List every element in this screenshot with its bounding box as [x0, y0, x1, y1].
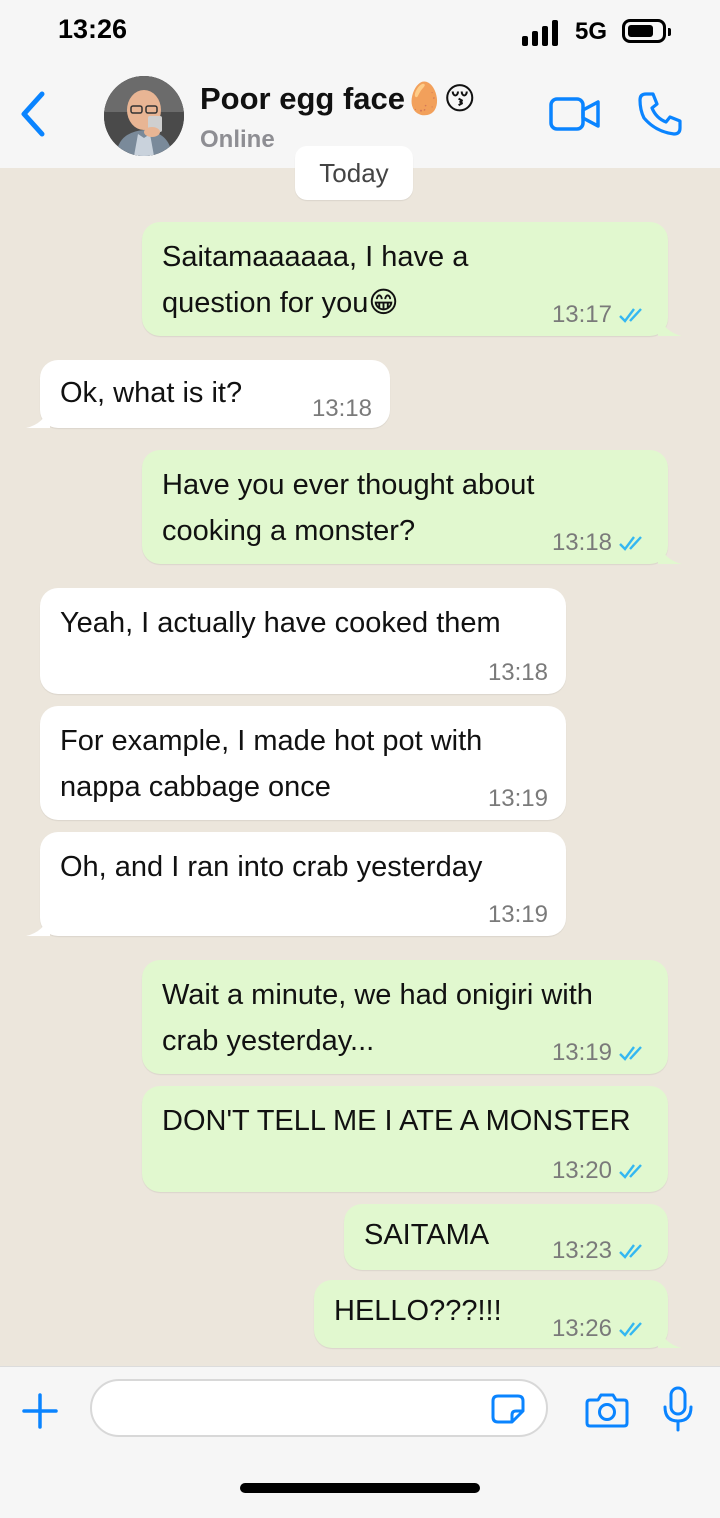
sticker-icon [491, 1394, 525, 1424]
message-text: Have you ever thought about cooking a mo… [162, 469, 535, 547]
attach-button[interactable] [20, 1391, 60, 1431]
message-meta: 13:23 [552, 1236, 650, 1266]
message-meta: 13:17 [552, 300, 650, 330]
message-meta: 13:26 [552, 1314, 650, 1344]
message-meta: 13:20 [552, 1156, 650, 1186]
chat-area[interactable]: Today Saitamaaaaaa, I have a question fo… [0, 146, 720, 1368]
message-bubble-incoming[interactable]: Ok, what is it? 13:18 [26, 360, 390, 428]
message-text: Oh, and I ran into crab yesterday [60, 851, 483, 883]
status-time: 13:26 [58, 14, 128, 44]
message-meta: 13:19 [552, 1038, 650, 1068]
message-meta: 13:18 [312, 394, 372, 424]
signal-strength-icon [522, 18, 558, 46]
home-indicator [240, 1483, 480, 1493]
message-text: Saitamaaaaaa, I have a question for you😁 [162, 241, 469, 319]
message-time: 13:26 [551, 1315, 612, 1342]
message-time: 13:23 [551, 1237, 612, 1264]
message-meta: 13:19 [488, 784, 548, 814]
message-bubble-outgoing[interactable]: SAITAMA 13:23 [344, 1204, 668, 1270]
message-bubble-incoming[interactable]: For example, I made hot pot with nappa c… [40, 706, 566, 820]
video-camera-icon [549, 97, 600, 131]
message-time: 13:18 [311, 395, 372, 422]
message-time: 13:20 [551, 1157, 612, 1184]
message-bubble-incoming[interactable]: Yeah, I actually have cooked them 13:18 [40, 588, 566, 694]
chevron-left-icon [21, 91, 45, 137]
message-bubble-outgoing[interactable]: HELLO???!!! 13:26 [314, 1280, 682, 1348]
battery-icon [622, 19, 671, 43]
message-time: 13:17 [551, 301, 612, 328]
plus-icon [22, 1393, 58, 1429]
message-time: 13:19 [487, 901, 548, 928]
sticker-button[interactable] [490, 1393, 526, 1425]
read-ticks-icon [619, 1046, 642, 1061]
camera-button[interactable] [584, 1391, 630, 1429]
message-time: 13:19 [551, 1039, 612, 1066]
message-bubble-incoming[interactable]: Oh, and I ran into crab yesterday 13:19 [26, 832, 566, 936]
message-bubble-outgoing[interactable]: DON'T TELL ME I ATE A MONSTER 13:20 [142, 1086, 668, 1192]
phone-icon [638, 92, 682, 136]
date-divider: Today [295, 146, 413, 200]
message-text: DON'T TELL ME I ATE A MONSTER [162, 1105, 631, 1137]
read-ticks-icon [619, 1164, 642, 1179]
read-ticks-icon [619, 308, 642, 323]
read-ticks-icon [619, 1244, 642, 1259]
back-button[interactable] [14, 88, 54, 140]
message-text: For example, I made hot pot with nappa c… [60, 725, 483, 803]
message-meta: 13:19 [488, 900, 548, 930]
microphone-icon [663, 1386, 693, 1432]
status-bar: 13:26 5G [0, 0, 720, 64]
message-input[interactable] [90, 1379, 548, 1437]
contact-name[interactable]: Poor egg face🥚😚 [200, 80, 476, 117]
message-bubble-outgoing[interactable]: Saitamaaaaaa, I have a question for you😁… [142, 222, 682, 336]
camera-icon [585, 1393, 629, 1428]
bubble-tail [658, 314, 682, 336]
voice-call-button[interactable] [636, 90, 684, 138]
read-ticks-icon [619, 1322, 642, 1337]
message-time: 13:19 [487, 785, 548, 812]
contact-status: Online [200, 126, 275, 153]
network-label: 5G [575, 18, 608, 45]
read-ticks-icon [619, 536, 642, 551]
bubble-tail [658, 1326, 682, 1348]
bubble-tail [26, 406, 50, 428]
message-time: 13:18 [487, 659, 548, 686]
message-meta: 13:18 [552, 528, 650, 558]
voice-message-button[interactable] [660, 1385, 696, 1433]
bubble-tail [658, 542, 682, 564]
message-text: Yeah, I actually have cooked them [60, 607, 501, 639]
video-call-button[interactable] [548, 94, 602, 134]
message-bubble-outgoing[interactable]: Have you ever thought about cooking a mo… [142, 450, 682, 564]
message-meta: 13:18 [488, 658, 548, 688]
message-bubble-outgoing[interactable]: Wait a minute, we had onigiri with crab … [142, 960, 668, 1074]
bubble-tail [26, 914, 50, 936]
avatar[interactable] [104, 76, 184, 156]
message-time: 13:18 [551, 529, 612, 556]
message-input-bar [0, 1366, 720, 1518]
